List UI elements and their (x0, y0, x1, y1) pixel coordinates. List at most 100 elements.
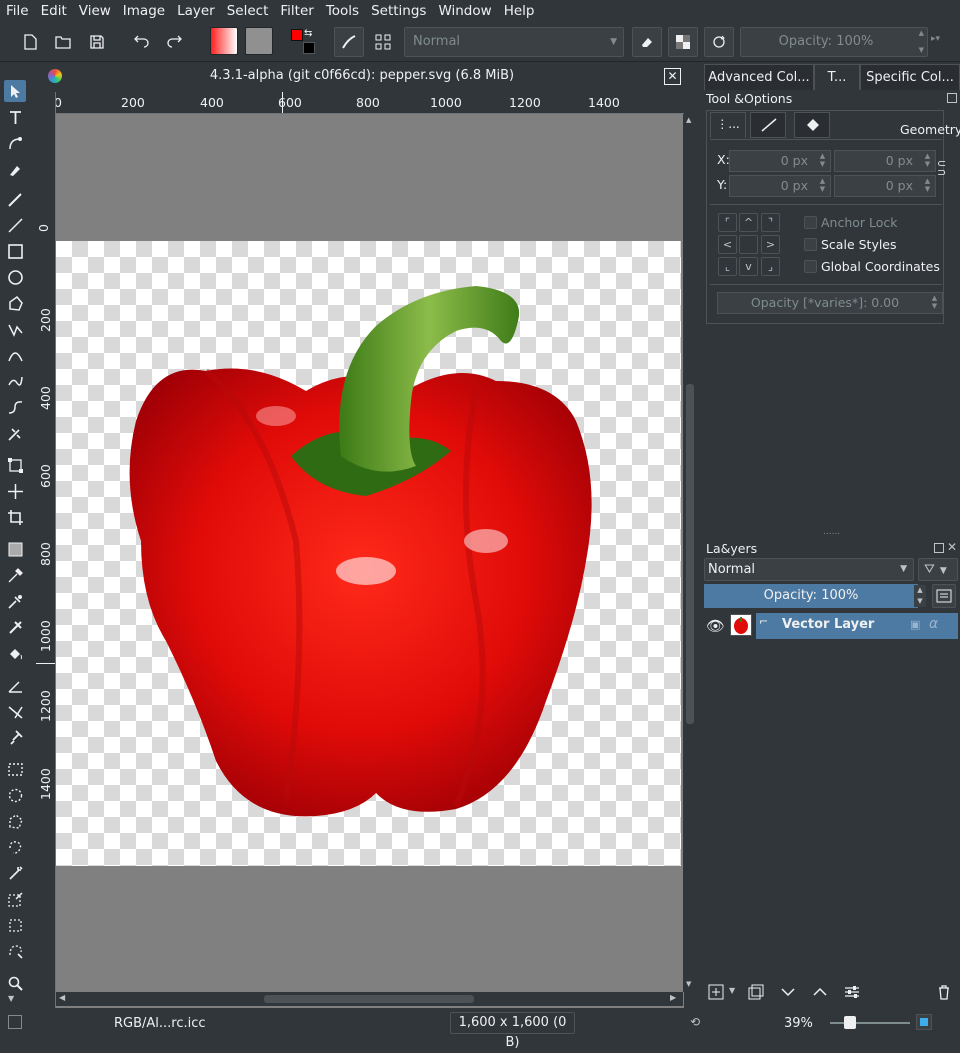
lock-icon[interactable]: ▣ (910, 618, 920, 631)
polygonal-selection-tool-icon[interactable] (4, 810, 26, 832)
eraser-mode-icon[interactable] (632, 27, 662, 57)
horizontal-scrollbar-thumb[interactable] (264, 995, 474, 1003)
bezier-selection-tool-icon[interactable] (4, 914, 26, 936)
stroke-tab-icon[interactable] (750, 112, 786, 138)
reference-images-tool-icon[interactable] (4, 726, 26, 748)
alpha-lock-icon[interactable]: α (929, 616, 938, 632)
anchor-bottom-left-icon[interactable]: ⌞ (718, 257, 737, 276)
spin-arrows-icon[interactable]: ▲ ▼ (817, 177, 828, 193)
measure-tool-icon[interactable] (4, 674, 26, 696)
color-profile-label[interactable]: RGB/Al...rc.icc (114, 1016, 206, 1031)
move-layer-up-icon[interactable] (808, 980, 832, 1004)
rectangle-tool-icon[interactable] (4, 240, 26, 262)
float-layers-docker-icon[interactable] (934, 543, 944, 553)
brush-presets-grid-icon[interactable] (370, 29, 396, 55)
transform-tool-icon[interactable] (4, 454, 26, 476)
polygon-tool-icon[interactable] (4, 292, 26, 314)
pattern-preset-swatch[interactable] (245, 27, 273, 55)
width-field[interactable]: 0 px ▲ ▼ (834, 150, 936, 172)
spin-arrows-icon[interactable]: ▲ ▼ (929, 294, 940, 310)
select-shapes-tool-icon[interactable] (4, 80, 26, 102)
polyline-tool-icon[interactable] (4, 318, 26, 340)
y-field[interactable]: 0 px ▲ ▼ (729, 175, 831, 197)
anchor-top-right-icon[interactable]: ⌝ (761, 213, 780, 232)
scroll-down-icon[interactable]: ▼ (686, 980, 691, 988)
toolbar-overflow-icon[interactable]: ▸▾ (931, 34, 940, 44)
anchor-lock-checkbox[interactable] (804, 216, 817, 229)
crop-tool-icon[interactable] (4, 506, 26, 528)
calligraphy-tool-icon[interactable] (4, 158, 26, 180)
anchor-left-icon[interactable]: < (718, 235, 737, 254)
layer-opacity-slider[interactable]: Opacity: 100% (704, 584, 918, 608)
save-icon[interactable] (84, 29, 110, 55)
gradient-tool-icon[interactable] (4, 538, 26, 560)
visibility-eye-icon[interactable]: 👁 (706, 617, 725, 635)
scroll-left-icon[interactable]: ◀ (59, 993, 65, 1002)
rectangular-selection-tool-icon[interactable] (4, 758, 26, 780)
tab-tool-options[interactable]: T... (814, 64, 860, 90)
spin-arrows-icon[interactable]: ▲ ▼ (817, 152, 828, 168)
background-color-swatch[interactable] (303, 42, 315, 54)
assistant-tool-icon[interactable] (4, 700, 26, 722)
zoom-slider[interactable] (830, 1022, 910, 1024)
anchor-top-left-icon[interactable]: ⌜ (718, 213, 737, 232)
menu-settings[interactable]: Settings (365, 0, 432, 22)
docker-splitter-handle[interactable]: ...... (823, 527, 840, 537)
zoom-slider-handle[interactable] (844, 1016, 856, 1029)
line-tool-icon[interactable] (4, 214, 26, 236)
magnetic-selection-tool-icon[interactable] (4, 940, 26, 962)
swap-colors-icon[interactable]: ⇆ (304, 28, 312, 39)
shape-opacity-slider[interactable]: Opacity [*varies*]: 0.00 ▲ ▼ (717, 292, 943, 314)
aspect-lock-chain-icon[interactable]: ⊂ ⊃ (937, 158, 946, 178)
layer-properties-icon[interactable] (840, 980, 864, 1004)
colorize-mask-tool-icon[interactable] (4, 590, 26, 612)
scale-styles-checkbox[interactable] (804, 238, 817, 251)
layer-properties-menu-icon[interactable] (932, 584, 956, 608)
canvas-only-icon[interactable] (916, 1014, 932, 1030)
edit-shapes-tool-icon[interactable] (4, 132, 26, 154)
menu-select[interactable]: Select (221, 0, 275, 22)
elliptical-selection-tool-icon[interactable] (4, 784, 26, 806)
document-tab[interactable]: 4.3.1-alpha (git c0f66cd): pepper.svg (6… (36, 64, 688, 90)
toolbox-scroll-down-icon[interactable]: ▼ (8, 994, 14, 1003)
menu-window[interactable]: Window (432, 0, 497, 22)
foreground-background-color[interactable]: ⇆ (288, 28, 318, 56)
anchor-right-icon[interactable]: > (761, 235, 780, 254)
similar-color-selection-tool-icon[interactable] (4, 888, 26, 910)
menu-edit[interactable]: Edit (35, 0, 73, 22)
dynamic-brush-tool-icon[interactable] (4, 396, 26, 418)
x-field[interactable]: 0 px ▲ ▼ (729, 150, 831, 172)
freehand-brush-tool-icon[interactable] (4, 188, 26, 210)
add-layer-icon[interactable] (704, 980, 728, 1004)
brush-preset-icon[interactable] (334, 27, 364, 57)
open-document-icon[interactable] (50, 29, 76, 55)
undo-icon[interactable] (128, 29, 154, 55)
multibrush-tool-icon[interactable] (4, 422, 26, 444)
menu-filter[interactable]: Filter (274, 0, 319, 22)
menu-tools[interactable]: Tools (320, 0, 365, 22)
selection-indicator-icon[interactable] (8, 1015, 22, 1029)
layer-blend-mode-combo[interactable]: Normal ▼ (704, 558, 914, 581)
tab-advanced-color[interactable]: Advanced Col... (704, 64, 814, 90)
gradient-preset-swatch[interactable] (210, 27, 238, 55)
spin-arrows-icon[interactable]: ▲ ▼ (922, 177, 933, 193)
color-sampler-tool-icon[interactable] (4, 564, 26, 586)
scroll-up-icon[interactable]: ▲ (686, 116, 691, 124)
close-layers-docker-icon[interactable]: ✕ (947, 540, 957, 554)
tab-specific-color[interactable]: Specific Col... (860, 64, 960, 90)
float-docker-icon[interactable] (947, 93, 957, 103)
menu-image[interactable]: Image (117, 0, 171, 22)
move-layer-down-icon[interactable] (776, 980, 800, 1004)
scroll-right-icon[interactable]: ▶ (670, 993, 676, 1002)
blend-mode-combo[interactable]: Normal ▼ (404, 27, 624, 57)
image-size-label[interactable]: 1,600 x 1,600 (0 B) (450, 1012, 575, 1050)
geometry-tab-icon[interactable]: ⋮... (710, 112, 746, 138)
global-coordinates-checkbox[interactable] (804, 260, 817, 273)
foreground-color-swatch[interactable] (291, 29, 303, 41)
anchor-bottom-right-icon[interactable]: ⌟ (761, 257, 780, 276)
close-document-icon[interactable]: ✕ (664, 68, 681, 85)
contiguous-selection-tool-icon[interactable] (4, 862, 26, 884)
layer-row[interactable]: 👁 ⌐ Vector Layer ▣ α (704, 613, 958, 639)
menu-help[interactable]: Help (498, 0, 541, 22)
rotation-reset-icon[interactable]: ⟲ (690, 1015, 700, 1029)
